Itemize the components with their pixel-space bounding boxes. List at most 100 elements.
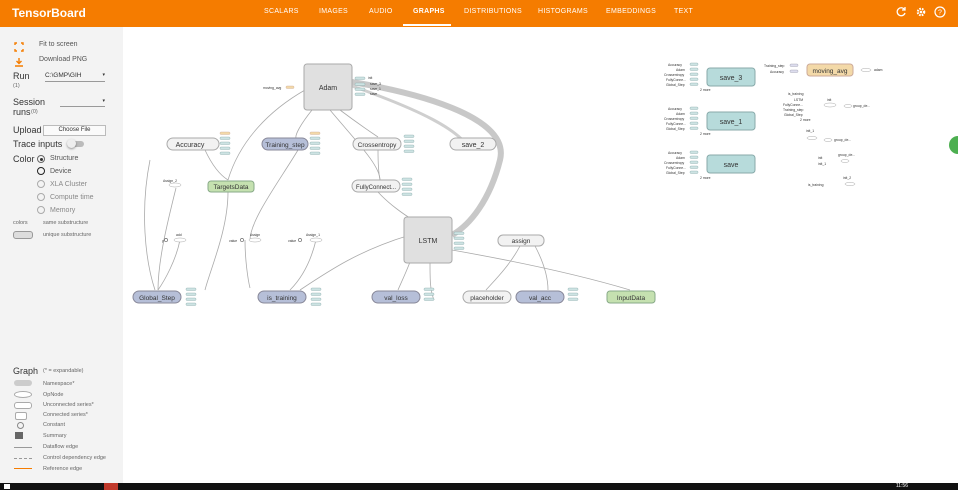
svg-text:value: value [229, 239, 237, 243]
svg-text:Crossentropy: Crossentropy [664, 73, 684, 77]
svg-text:FullyConne...: FullyConne... [666, 166, 686, 170]
node-fully-connected[interactable]: FullyConnect... [351, 179, 401, 193]
node-assign-label: assign [512, 238, 531, 245]
svg-text:2 more: 2 more [800, 118, 811, 122]
save-1-inputs: Accuracy Adam Crossentropy FullyConne...… [664, 107, 711, 136]
lstm-savers-cluster: is_training LSTM FullyConne... Training_… [783, 92, 870, 187]
windows-start-icon[interactable] [4, 484, 10, 489]
svg-text:init: init [368, 76, 372, 80]
node-is-training[interactable]: is_training [257, 290, 307, 304]
node-accuracy[interactable]: Accuracy [166, 137, 220, 151]
node-save-3-label: save_3 [720, 75, 743, 82]
node-is-training-label: is_training [267, 295, 297, 302]
svg-text:is_training: is_training [808, 183, 824, 187]
svg-text:2 more: 2 more [700, 132, 711, 136]
node-save-1[interactable]: save_1 [706, 111, 756, 131]
node-adam[interactable]: Adam [303, 63, 353, 111]
svg-text:Adam: Adam [676, 112, 685, 116]
svg-text:Adam: Adam [676, 156, 685, 160]
svg-text:group_de...: group_de... [853, 104, 870, 108]
svg-text:init: init [827, 98, 831, 102]
svg-text:group_de...: group_de... [838, 153, 855, 157]
node-moving-avg-label: moving_avg [812, 68, 847, 75]
node-val-loss[interactable]: val_loss [371, 290, 421, 304]
node-training-step-label: Training_step [265, 142, 305, 149]
svg-text:save_3: save_3 [370, 82, 381, 86]
svg-text:add: add [176, 233, 182, 237]
svg-text:save_1: save_1 [370, 87, 381, 91]
svg-text:Crossentropy: Crossentropy [664, 161, 684, 165]
node-assign[interactable]: assign [497, 234, 545, 247]
graph-edges [144, 89, 631, 301]
node-targets-data-label: TargetsData [213, 184, 248, 191]
node-placeholder-label: placeholder [470, 295, 504, 302]
svg-text:init_1: init_1 [806, 129, 814, 133]
svg-text:group_de...: group_de... [834, 138, 851, 142]
svg-text:init: init [818, 156, 822, 160]
svg-text:2 more: 2 more [700, 88, 711, 92]
svg-text:save: save [370, 92, 377, 96]
svg-text:y: y [162, 239, 164, 243]
node-global-step-label: Global_Step [139, 295, 175, 302]
svg-text:FullyConne...: FullyConne... [666, 122, 686, 126]
node-lstm-label: LSTM [419, 238, 438, 245]
svg-text:Training_step: Training_step [764, 64, 785, 68]
svg-text:Crossentropy: Crossentropy [664, 117, 684, 121]
svg-text:adam: adam [874, 68, 883, 72]
node-global-step[interactable]: Global_Step [132, 290, 182, 304]
svg-text:init_2: init_2 [843, 176, 851, 180]
node-save-3[interactable]: save_3 [706, 67, 756, 87]
node-inputdata-label: InputData [617, 295, 646, 302]
graph-canvas[interactable]: Adam LSTM Accuracy Training_step Crossen… [0, 0, 958, 483]
mid-series-markers [185, 131, 579, 306]
node-crossentropy-label: Crossentropy [358, 142, 397, 149]
svg-text:Accuracy: Accuracy [668, 107, 682, 111]
node-save-1-label: save_1 [720, 119, 743, 126]
svg-text:Assign: Assign [250, 233, 260, 237]
svg-text:Assign_1: Assign_1 [306, 233, 320, 237]
taskbar: 11:56 [0, 483, 958, 490]
save-inputs: Accuracy Adam Crossentropy FullyConne...… [664, 151, 711, 180]
svg-text:is_training: is_training [788, 92, 804, 96]
node-inputdata[interactable]: InputData [606, 290, 656, 304]
node-targets-data[interactable]: TargetsData [207, 180, 255, 193]
taskbar-clock: 11:56 [895, 483, 908, 489]
node-val-acc-label: val_acc [529, 295, 552, 302]
node-fully-connected-label: FullyConnect... [356, 185, 396, 191]
svg-text:Accuracy: Accuracy [668, 63, 682, 67]
save-series-markers [689, 62, 699, 174]
svg-text:Accuracy: Accuracy [668, 151, 682, 155]
svg-text:Global_Step: Global_Step [666, 171, 685, 175]
svg-text:Accuracy: Accuracy [770, 70, 784, 74]
svg-text:Training_step: Training_step [783, 108, 804, 112]
node-lstm[interactable]: LSTM [403, 216, 453, 264]
node-val-acc[interactable]: val_acc [515, 290, 565, 304]
node-moving-avg[interactable]: moving_avg [806, 63, 854, 77]
node-crossentropy[interactable]: Crossentropy [352, 137, 402, 151]
node-save-label: save [724, 162, 739, 169]
node-save-2[interactable]: save_2 [449, 137, 497, 151]
node-accuracy-label: Accuracy [176, 142, 205, 149]
node-training-step[interactable]: Training_step [261, 137, 309, 151]
save-3-inputs: Accuracy Adam Crossentropy FullyConne...… [664, 63, 711, 92]
node-save-2-label: save_2 [462, 142, 485, 149]
thick-edge-adam-lstm [351, 79, 504, 238]
svg-text:init_1: init_1 [818, 162, 826, 166]
node-adam-label: Adam [319, 85, 337, 92]
svg-text:FullyConne...: FullyConne... [666, 78, 686, 82]
svg-text:value: value [288, 239, 296, 243]
svg-text:Global_Step: Global_Step [784, 113, 803, 117]
side-panel-toggle[interactable] [949, 136, 958, 154]
svg-text:Global_Step: Global_Step [666, 127, 685, 131]
svg-text:Global_Step: Global_Step [666, 83, 685, 87]
svg-text:LSTM: LSTM [794, 98, 803, 102]
svg-text:FullyConne...: FullyConne... [783, 103, 803, 107]
svg-text:Assign_2: Assign_2 [163, 179, 177, 183]
svg-text:Adam: Adam [676, 68, 685, 72]
svg-text:moving_avg: moving_avg [263, 86, 281, 90]
svg-text:2 more: 2 more [700, 176, 711, 180]
node-save[interactable]: save [706, 154, 756, 174]
node-val-loss-label: val_loss [384, 295, 408, 302]
node-placeholder[interactable]: placeholder [462, 290, 512, 304]
chrome-taskbar-icon[interactable] [104, 483, 118, 490]
